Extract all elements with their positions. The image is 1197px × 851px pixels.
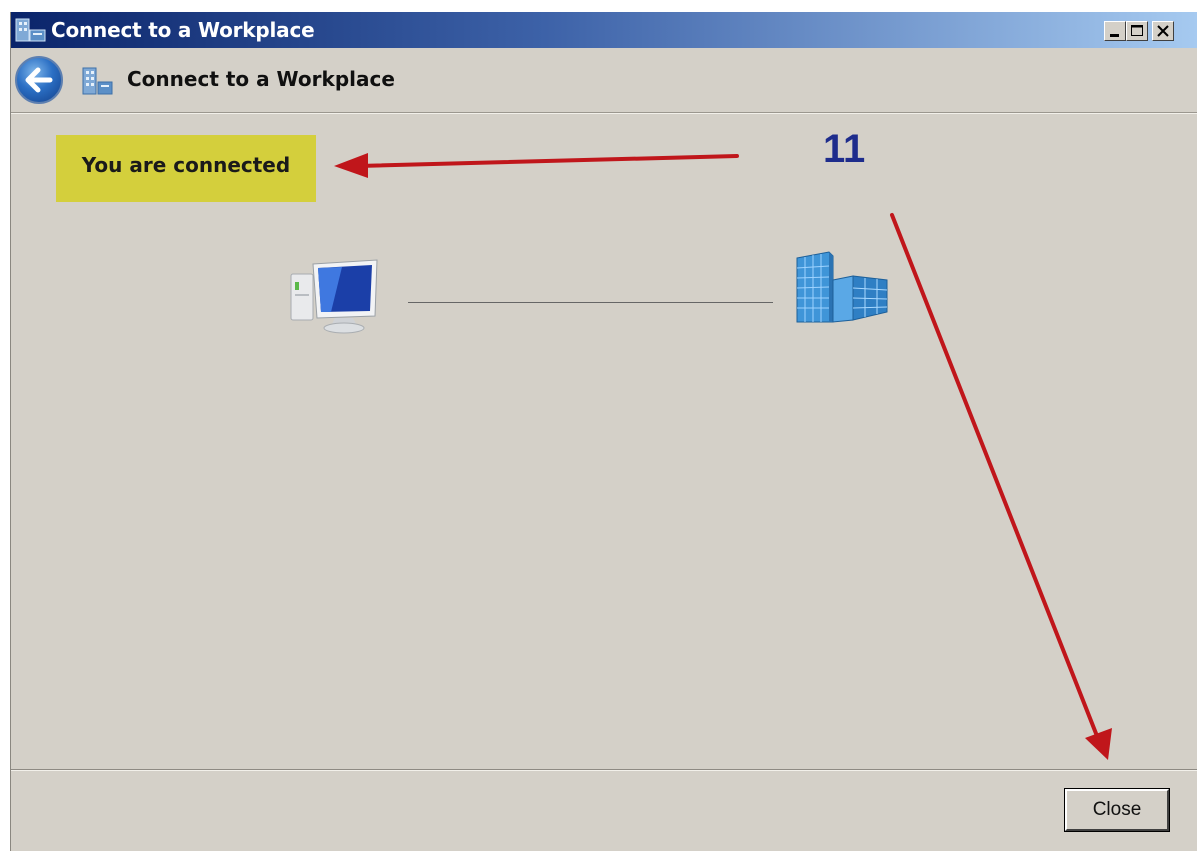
office-building-icon xyxy=(796,251,888,323)
title-bar[interactable]: Connect to a Workplace xyxy=(11,12,1197,48)
window-title: Connect to a Workplace xyxy=(51,18,315,42)
connection-line xyxy=(408,302,773,303)
step-number-annotation: 11 xyxy=(823,127,866,171)
header-divider xyxy=(11,112,1197,114)
back-arrow-icon xyxy=(25,67,53,93)
maximize-icon xyxy=(1131,25,1143,36)
workplace-building-icon xyxy=(82,67,113,95)
minimize-icon xyxy=(1110,34,1119,37)
minimize-button[interactable] xyxy=(1104,21,1126,41)
footer-divider xyxy=(11,769,1197,771)
close-icon xyxy=(1157,25,1169,37)
status-message: You are connected xyxy=(81,153,291,177)
wizard-header: Connect to a Workplace xyxy=(11,48,1197,112)
back-button[interactable] xyxy=(15,56,63,104)
workplace-building-icon xyxy=(15,18,46,42)
maximize-button[interactable] xyxy=(1126,21,1148,41)
connect-to-workplace-window: Connect to a Workplace Connect to a Work… xyxy=(10,12,1197,851)
computer-icon xyxy=(290,259,378,334)
status-message-highlight: You are connected xyxy=(56,135,316,202)
close-window-button[interactable] xyxy=(1152,21,1174,41)
wizard-title: Connect to a Workplace xyxy=(127,67,395,91)
close-button[interactable]: Close xyxy=(1064,788,1170,832)
